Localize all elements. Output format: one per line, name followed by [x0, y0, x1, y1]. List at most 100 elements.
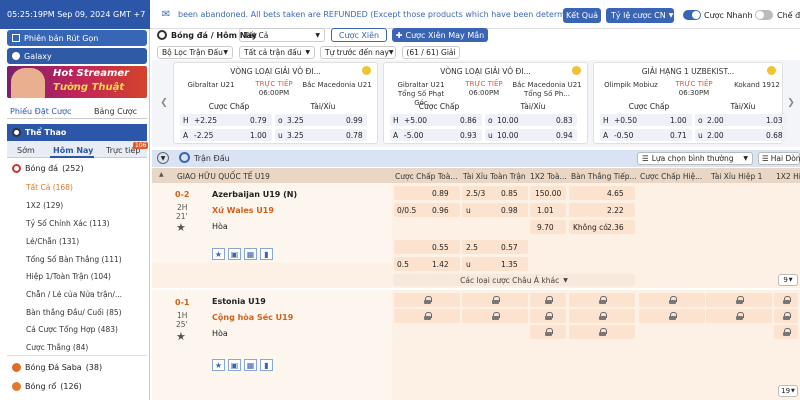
odds-value: 1.01: [537, 206, 554, 215]
odds-value: 0.99: [346, 116, 363, 125]
tab-early[interactable]: Sớm: [17, 146, 35, 155]
away-team: Kokand 1912: [734, 81, 780, 89]
prev-arrow-icon[interactable]: ❮: [159, 96, 169, 110]
favorite-star-icon[interactable]: ★: [176, 330, 186, 343]
col-header-1h-total: Tài Xỉu Hiệp 1: [711, 172, 763, 181]
over-under-label: Tài/Xỉu: [520, 102, 546, 111]
fast-bet-toggle[interactable]: [683, 10, 701, 20]
stats-icon[interactable]: ▮: [260, 359, 273, 371]
side-label: o: [698, 116, 703, 125]
match-action-icons: ★ ▣ ▦ ▮: [212, 359, 273, 371]
away-team: Bắc Macedonia U21: [302, 81, 372, 89]
more-markets-button[interactable]: Các loại cược Châu Á khác ▼: [393, 274, 635, 286]
saba-ball-icon: [12, 362, 21, 372]
tab-bet-board[interactable]: Bảng Cược: [94, 107, 137, 116]
odds-cell[interactable]: [569, 203, 635, 217]
basketball-icon: [12, 381, 21, 391]
tab-bet-slip[interactable]: Phiếu Đặt Cược: [10, 107, 71, 116]
sort-select[interactable]: Tự trước đến nay ▼: [320, 46, 396, 59]
bet-type-select[interactable]: Tất cả trận đấu ▼: [239, 46, 315, 59]
sport-saba[interactable]: Bóng Đá Saba (38): [7, 360, 147, 374]
favorite-star-icon[interactable]: ★: [176, 221, 186, 234]
league-count[interactable]: (61 / 61) Giải: [402, 46, 460, 59]
featured-card[interactable]: GIẢI HẠNG 1 UZBEKIST... Olimpik Mobiuz TRỰ…: [593, 62, 787, 144]
sidebar-item-half-odd-even[interactable]: Chẵn / Lẻ của Nửa trận/...: [26, 290, 122, 299]
star-icon[interactable]: ★: [212, 248, 225, 260]
tv-icon[interactable]: ▣: [228, 359, 241, 371]
side-label: u: [488, 131, 493, 140]
lucky-parlay-button[interactable]: ✚ Cược Xiên May Mắn: [392, 28, 488, 42]
announcement-icon[interactable]: ✉: [160, 8, 172, 20]
odds-value: 0.98: [501, 206, 518, 215]
star-icon[interactable]: ★: [212, 359, 225, 371]
odds-type-select[interactable]: Tỷ lệ cược CN ▼: [606, 8, 674, 23]
sport-soccer[interactable]: Bóng đá (252): [7, 160, 147, 176]
sidebar-item-1x2[interactable]: 1X2 (129): [26, 201, 63, 210]
live-label: TRỰC TIẾP: [675, 80, 713, 88]
mode-toggle[interactable]: [755, 10, 773, 20]
market-count-select[interactable]: 9 ▼: [778, 274, 798, 286]
featured-card[interactable]: VÒNG LOẠI GIẢI VÔ ĐI... Gibraltar U21 Tổn…: [383, 62, 588, 144]
collapse-icon[interactable]: ▼: [157, 152, 169, 164]
sidebar-item-all[interactable]: Tất Cả (168): [26, 183, 73, 192]
field-icon[interactable]: ▦: [244, 359, 257, 371]
total-line: 10.00: [497, 116, 519, 125]
odds-cell[interactable]: [394, 186, 460, 200]
lock-icon: [423, 312, 432, 320]
lock-icon: [491, 312, 500, 320]
side-label: A: [603, 131, 609, 140]
stats-icon[interactable]: ▮: [260, 248, 273, 260]
odds-cell[interactable]: [462, 203, 528, 217]
over-under-label: Tài/Xỉu: [310, 102, 336, 111]
side-label: A: [183, 131, 189, 140]
featured-card[interactable]: VÒNG LOẠI GIẢI VÔ ĐI... Gibraltar U21 TRỰC…: [173, 62, 378, 144]
sport-saba-count: (38): [85, 362, 103, 372]
market-filter-select[interactable]: Tất Cả ▼: [239, 28, 325, 42]
parlay-button[interactable]: Cược Xiên: [331, 28, 387, 42]
sidebar-item-odd-even[interactable]: Lẻ/Chẵn (131): [26, 237, 79, 246]
lock-icon: [423, 296, 432, 304]
match-filter-select[interactable]: Bộ Lọc Trận Đấu ▼: [157, 46, 233, 59]
collapse-league-icon[interactable]: ▲: [159, 171, 164, 178]
chevron-down-icon: ▼: [223, 49, 228, 56]
col-header-1h-1x2: 1X2 Hiệp 1: [776, 172, 800, 181]
match-period: 2H: [177, 203, 188, 212]
list-icon: ☰: [642, 154, 649, 163]
sidebar-divider: [7, 355, 147, 356]
sidebar-item-outright[interactable]: Cược Thắng (84): [26, 343, 88, 352]
locked-odds-cell: [394, 309, 460, 323]
odds-value: 0.79: [250, 116, 267, 125]
kickoff-time: 06:30PM: [678, 89, 710, 97]
lock-icon: [544, 296, 553, 304]
side-label: H: [603, 116, 609, 125]
galaxy-label: Galaxy: [24, 51, 52, 61]
market-count-select[interactable]: 19 ▼: [778, 385, 798, 397]
live-count-badge: 106: [133, 142, 149, 149]
match-score: 0-2: [175, 190, 190, 199]
market-filter-value: Tất Cả: [244, 30, 269, 40]
tv-icon[interactable]: ▣: [228, 248, 241, 260]
sidebar-item-correct-score[interactable]: Tỷ Số Chính Xác (113): [26, 219, 110, 228]
league-name[interactable]: GIAO HỮU QUỐC TẾ U19: [177, 172, 270, 181]
tab-today[interactable]: Hôm Nay: [53, 146, 93, 155]
sidebar-item-ht-ft[interactable]: Hiệp 1/Toàn Trận (104): [26, 272, 111, 281]
odds-cell[interactable]: [394, 240, 460, 254]
match-filter-label: Bộ Lọc Trận Đấu: [162, 48, 223, 57]
compact-version-banner[interactable]: Phiên bản Rút Gọn: [7, 30, 147, 46]
market-sort-select[interactable]: ☰ Lựa chọn bình thường ▼: [637, 152, 753, 165]
sport-basketball[interactable]: Bóng rổ (126): [7, 379, 147, 393]
sidebar-item-total-goals[interactable]: Tổng Số Bàn Thắng (111): [26, 255, 122, 264]
field-icon[interactable]: ▦: [244, 248, 257, 260]
view-mode-select[interactable]: ☰ Hai Dòng: [758, 152, 800, 165]
results-button[interactable]: Kết Quả: [563, 8, 601, 23]
odds-cell[interactable]: [462, 257, 528, 271]
lock-icon: [668, 312, 677, 320]
side-label: H: [393, 116, 399, 125]
odds-cell[interactable]: [569, 186, 635, 200]
sidebar-item-mix-parlay[interactable]: Cá Cược Tổng Hợp (483): [26, 325, 118, 334]
galaxy-banner[interactable]: Galaxy: [7, 48, 147, 64]
sidebar-item-first-last-goal[interactable]: Bàn thắng Đầu/ Cuối (85): [26, 308, 122, 317]
locked-odds-cell: [530, 309, 566, 323]
streamer-promo-banner[interactable]: Hot Streamer Tường Thuật: [7, 66, 147, 98]
col-header-next-goal: Bàn Thắng Tiếp...: [571, 172, 637, 181]
